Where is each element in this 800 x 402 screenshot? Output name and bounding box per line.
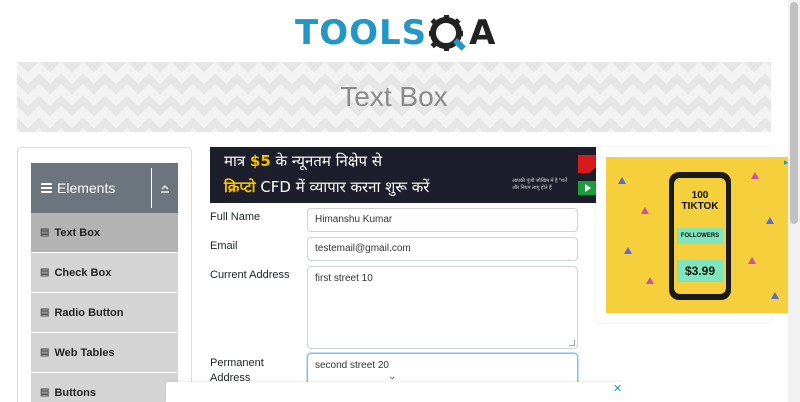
menu-item-web-tables[interactable]: ▤ Web Tables: [31, 333, 178, 373]
group-title: Elements: [31, 180, 151, 196]
document-icon: ▤: [40, 227, 50, 238]
page-scrollbar[interactable]: [788, 0, 800, 402]
triangle-decor: [646, 277, 654, 284]
current-address-label: Current Address: [210, 269, 290, 281]
email-input[interactable]: testemail@gmail.com: [307, 237, 578, 261]
triangle-decor: [766, 217, 774, 224]
collapse-toggle-icon[interactable]: [151, 168, 178, 208]
ad-brand: क्रिप्टो: [224, 178, 256, 196]
ad-followers: FOLLOWERS: [677, 228, 723, 244]
hamburger-icon: [41, 183, 52, 193]
menu-item-text-box[interactable]: ▤ Text Box: [31, 213, 178, 253]
group-title-label: Elements: [57, 180, 116, 196]
close-icon[interactable]: ✕: [613, 382, 622, 395]
ad-count-value: 100: [691, 190, 709, 201]
triangle-decor: [748, 257, 756, 264]
ad-brand-mark-icon: [578, 155, 596, 173]
menu-item-check-box[interactable]: ▤ Check Box: [31, 253, 178, 293]
current-address-value: first street 10: [315, 273, 373, 284]
crypto-cfd-ad[interactable]: मात्र $5 के न्यूनतम निक्षेप से क्रिप्टो …: [210, 147, 598, 203]
ad-small-print: आपकी पूंजी जोखिम में है *शर्तें और नियम …: [512, 178, 568, 191]
ad-line-1-pre: मात्र: [224, 152, 250, 170]
triangle-decor: [751, 172, 759, 179]
triangle-decor: [641, 207, 649, 214]
menu-item-radio-button[interactable]: ▤ Radio Button: [31, 293, 178, 333]
resize-grip-icon[interactable]: [569, 340, 575, 346]
left-panel: Elements ▤ Text Box ▤ Check Box ▤ Radio …: [17, 147, 192, 402]
triangle-decor: [618, 177, 626, 184]
page-banner: Text Box: [17, 62, 771, 132]
ad-count: 100 TIKTOK: [681, 190, 718, 212]
current-address-textarea[interactable]: first street 10: [307, 266, 578, 349]
menu-item-label: Text Box: [54, 226, 101, 239]
ad-platform: TIKTOK: [681, 201, 719, 212]
phone-screen: 100 TIKTOK FOLLOWERS $3.99: [674, 178, 726, 294]
page-title: Text Box: [340, 81, 448, 112]
elements-menu: ▤ Text Box ▤ Check Box ▤ Radio Button ▤ …: [31, 213, 178, 402]
menu-item-label: Buttons: [54, 386, 96, 399]
triangle-decor: [624, 247, 632, 254]
tiktok-followers-ad[interactable]: 100 TIKTOK FOLLOWERS $3.99: [606, 157, 789, 313]
chevron-down-icon[interactable]: ⌄: [388, 371, 396, 382]
scrollbar-thumb[interactable]: [790, 2, 798, 224]
ad-price: $3.99: [677, 260, 723, 282]
ad-line-2-post: CFD में व्यापार करना शुरू करें: [255, 178, 430, 196]
phone-graphic: 100 TIKTOK FOLLOWERS $3.99: [669, 172, 731, 300]
ad-line-2: क्रिप्टो CFD में व्यापार करना शुरू करें: [224, 177, 429, 197]
permanent-address-value: second street 20: [315, 360, 389, 371]
logo-text: TOOLS: [295, 13, 428, 53]
ad-line-1: मात्र $5 के न्यूनतम निक्षेप से: [224, 151, 382, 171]
menu-item-label: Check Box: [54, 266, 112, 279]
document-icon: ▤: [40, 347, 50, 358]
menu-item-label: Radio Button: [54, 306, 124, 319]
toolsqa-logo[interactable]: TOOLS A: [295, 10, 500, 56]
document-icon: ▤: [40, 267, 50, 278]
logo-q-gear-icon: [429, 14, 467, 52]
page: TOOLS A Text Box Elements ▤ Text Box ▤ C…: [0, 0, 800, 402]
bottom-overlay-ad[interactable]: [166, 382, 622, 402]
ad-amount: $5: [249, 152, 271, 170]
menu-item-label: Web Tables: [54, 346, 115, 359]
document-icon: ▤: [40, 387, 50, 398]
email-label: Email: [210, 240, 238, 252]
ad-play-icon[interactable]: [578, 181, 598, 195]
triangle-decor: [771, 292, 779, 299]
logo-suffix: A: [469, 13, 496, 53]
menu-item-buttons[interactable]: ▤ Buttons: [31, 373, 178, 402]
full-name-label: Full Name: [210, 211, 261, 223]
ad-line-1-post: के न्यूनतम निक्षेप से: [270, 152, 382, 170]
full-name-input[interactable]: Himanshu Kumar: [307, 208, 578, 232]
elements-group-header[interactable]: Elements: [31, 163, 178, 213]
document-icon: ▤: [40, 307, 50, 318]
